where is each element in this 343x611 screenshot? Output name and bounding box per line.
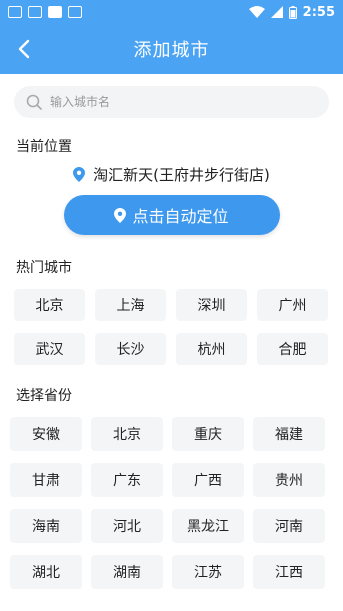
- wifi-icon: [248, 6, 265, 18]
- province-item[interactable]: 湖南: [91, 555, 163, 589]
- search-bar[interactable]: [14, 86, 329, 118]
- search-icon: [26, 94, 42, 110]
- province-item[interactable]: 江西: [253, 555, 325, 589]
- province-item[interactable]: 福建: [253, 417, 325, 451]
- app-header: 添加城市: [0, 24, 343, 74]
- province-item[interactable]: 贵州: [253, 463, 325, 497]
- current-location-text: 淘汇新天(王府井步行街店): [93, 166, 270, 184]
- back-button[interactable]: [10, 35, 38, 63]
- hot-cities-title: 热门城市: [16, 260, 72, 276]
- current-location[interactable]: 淘汇新天(王府井步行街店): [0, 164, 343, 185]
- province-item[interactable]: 河北: [91, 509, 163, 543]
- province-item[interactable]: 安徽: [10, 417, 82, 451]
- location-pin-icon: [73, 167, 86, 182]
- status-bar: 2:55: [0, 0, 343, 24]
- app-notification-icon: [48, 6, 62, 18]
- hot-city-item[interactable]: 上海: [95, 289, 166, 321]
- province-item[interactable]: 湖北: [10, 555, 82, 589]
- province-item[interactable]: 河南: [253, 509, 325, 543]
- province-item[interactable]: 北京: [91, 417, 163, 451]
- provinces-grid: 安徽 北京 重庆 福建 甘肃 广东 广西 贵州 海南 河北 黑龙江 河南 湖北 …: [0, 417, 343, 589]
- provinces-title: 选择省份: [16, 388, 72, 404]
- status-time: 2:55: [302, 4, 335, 20]
- chevron-left-icon: [18, 39, 30, 59]
- notification-icon: [8, 6, 22, 18]
- auto-locate-button[interactable]: 点击自动定位: [63, 195, 280, 235]
- hot-cities-grid: 北京 上海 深圳 广州 武汉 长沙 杭州 合肥: [0, 289, 343, 365]
- province-item[interactable]: 广东: [91, 463, 163, 497]
- battery-icon: [288, 5, 297, 19]
- location-pin-icon: [114, 207, 127, 223]
- province-item[interactable]: 江苏: [172, 555, 244, 589]
- province-item[interactable]: 甘肃: [10, 463, 82, 497]
- page-title: 添加城市: [133, 40, 210, 61]
- province-item[interactable]: 黑龙江: [172, 509, 244, 543]
- hot-city-item[interactable]: 杭州: [176, 333, 247, 365]
- hot-city-item[interactable]: 深圳: [176, 289, 247, 321]
- hot-city-item[interactable]: 广州: [257, 289, 328, 321]
- a-notification-icon: [68, 6, 82, 18]
- hot-city-item[interactable]: 合肥: [257, 333, 328, 365]
- signal-icon: [270, 6, 283, 18]
- status-bar-notifications: [8, 6, 82, 18]
- province-item[interactable]: 重庆: [172, 417, 244, 451]
- search-section: [0, 74, 343, 118]
- province-item[interactable]: 海南: [10, 509, 82, 543]
- status-bar-system: 2:55: [248, 4, 335, 20]
- hot-city-item[interactable]: 北京: [14, 289, 85, 321]
- search-input[interactable]: [50, 95, 317, 109]
- province-item[interactable]: 广西: [172, 463, 244, 497]
- hot-city-item[interactable]: 武汉: [14, 333, 85, 365]
- keyboard-icon: [28, 6, 42, 18]
- current-location-title: 当前位置: [16, 139, 72, 155]
- hot-city-item[interactable]: 长沙: [95, 333, 166, 365]
- auto-locate-label: 点击自动定位: [132, 207, 229, 226]
